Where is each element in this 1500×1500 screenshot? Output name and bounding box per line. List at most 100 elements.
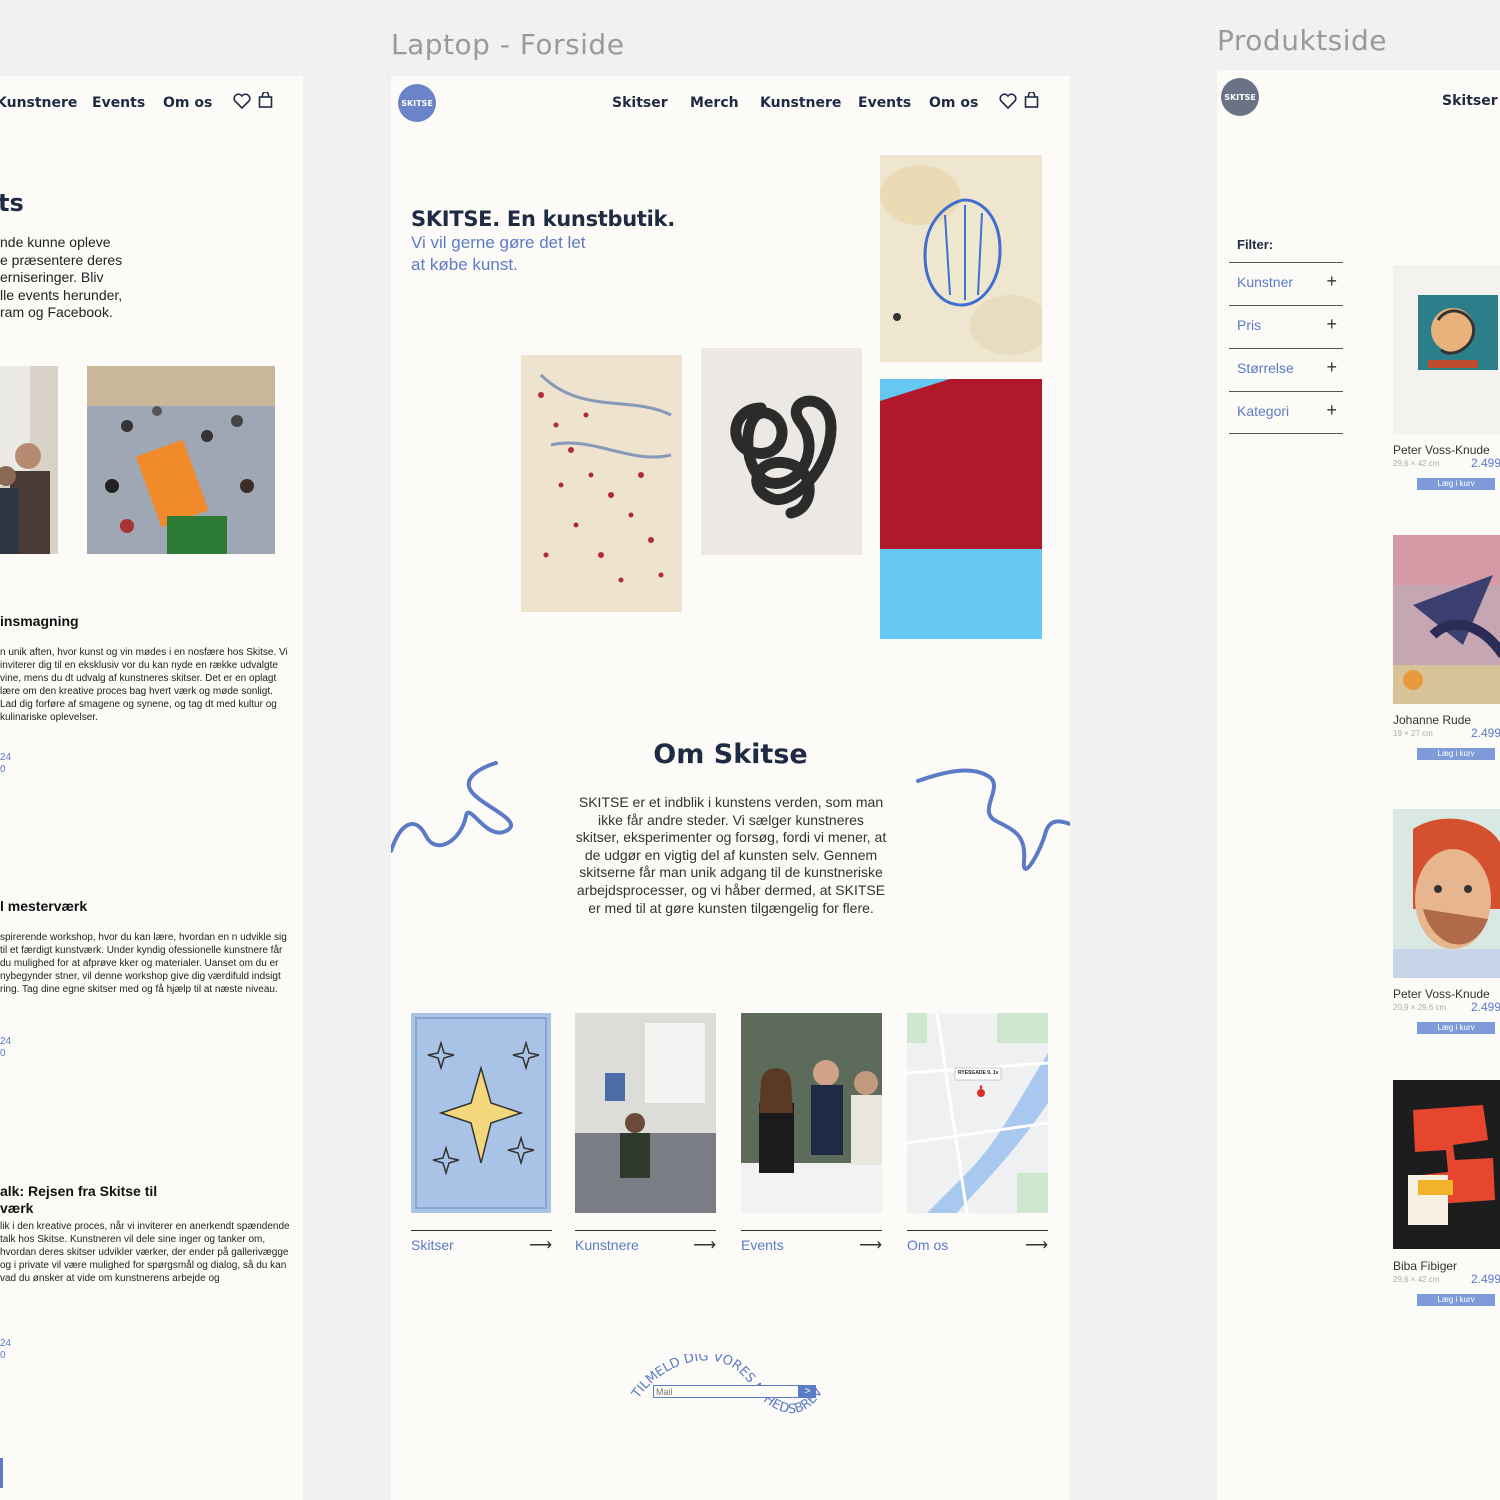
product-image[interactable]: [1393, 809, 1500, 978]
arrow-right-icon: ⟶: [693, 1237, 716, 1254]
intro-line: ram og Facebook.: [0, 304, 113, 320]
hero-sub-line: Vi vil gerne gøre det let: [411, 233, 586, 252]
add-to-cart-button[interactable]: Læg i kurv: [1417, 1022, 1495, 1034]
product-size: 29,6 × 42 cm: [1393, 459, 1440, 468]
hero-title: SKITSE. En kunstbutik.: [411, 207, 675, 231]
plus-icon: +: [1326, 400, 1337, 420]
event-date: 24 0: [0, 1036, 11, 1060]
card-label: Kunstnere: [575, 1237, 639, 1253]
event-title: l mesterværk: [0, 898, 88, 914]
filter-option-label: Kunstner: [1237, 274, 1294, 290]
card-link-events[interactable]: Events ⟶: [741, 1230, 882, 1254]
card-label: Events: [741, 1237, 784, 1253]
hero-subtitle: Vi vil gerne gøre det let at købe kunst.: [411, 232, 586, 276]
product-price: 2.499: [1471, 1000, 1500, 1014]
about-line: er med til at gøre kunsten tilgængelig f…: [588, 899, 874, 916]
arrow-right-icon: ⟶: [529, 1237, 552, 1254]
skitse-logo[interactable]: SKITSE: [398, 84, 436, 122]
intro-line: lle events herunder,: [0, 286, 123, 303]
squiggle-right-decoration: [916, 768, 1070, 871]
about-text: SKITSE er et indblik i kunstens verden, …: [556, 794, 906, 917]
about-line: skitser, eksperimenter og forsøg, fordi …: [575, 829, 887, 846]
intro-line: nde kunne opleve: [0, 234, 111, 250]
artwork-red-blue-abstract[interactable]: [880, 379, 1042, 639]
card-image-kunstnere[interactable]: [575, 1013, 716, 1213]
nav-om-os[interactable]: Om os: [163, 95, 212, 111]
product-image[interactable]: [1393, 265, 1500, 434]
card-label: Om os: [907, 1237, 949, 1253]
nav-kunstnere[interactable]: Kunstnere: [0, 95, 77, 111]
nav-om-os[interactable]: Om os: [929, 95, 978, 111]
product-frame-title: Produktside: [1217, 24, 1387, 57]
plus-icon: +: [1326, 357, 1337, 377]
filter-option-label: Pris: [1237, 317, 1262, 333]
nav-skitser[interactable]: Skitser: [1442, 93, 1498, 109]
event-title-line2: værk: [0, 1200, 34, 1216]
events-heading: ts: [0, 189, 24, 217]
product-size: 20,9 × 29,6 cm: [1393, 1003, 1447, 1012]
filter-kunstner[interactable]: Kunstner +: [1229, 262, 1343, 304]
event-photo-people: [0, 366, 58, 554]
nav-merch[interactable]: Merch: [690, 95, 739, 111]
about-line: SKITSE er et indblik i kunstens verden, …: [578, 794, 884, 810]
event-photo-crowd: [87, 366, 275, 554]
squiggle-left-decoration: [391, 761, 513, 853]
filter-option-label: Størrelse: [1237, 360, 1294, 376]
card-link-om-os[interactable]: Om os ⟶: [907, 1230, 1048, 1254]
product-price: 2.499: [1471, 456, 1500, 470]
nav-kunstnere[interactable]: Kunstnere: [760, 95, 841, 111]
heart-icon[interactable]: [233, 93, 251, 109]
nav-events[interactable]: Events: [858, 95, 911, 111]
product-price: 2.499: [1471, 1272, 1500, 1286]
product-artist: Biba Fibiger: [1393, 1259, 1458, 1273]
nav-events[interactable]: Events: [92, 95, 145, 111]
map-address-label: RYESGADE 9, 1v: [958, 1070, 999, 1076]
add-to-cart-button[interactable]: Læg i kurv: [1417, 478, 1495, 490]
filter-stoerrelse[interactable]: Størrelse +: [1229, 348, 1343, 390]
newsletter-submit-button[interactable]: >: [799, 1385, 816, 1398]
skitse-logo[interactable]: SKITSE: [1221, 78, 1259, 116]
event-date-line: 24: [0, 1036, 12, 1047]
events-intro: nde kunne opleve e præsentere deres erni…: [0, 234, 122, 322]
card-label: Skitser: [411, 1237, 454, 1253]
filter-pris[interactable]: Pris +: [1229, 305, 1343, 347]
product-artist: Johanne Rude: [1393, 713, 1472, 727]
arrow-right-icon: ⟶: [1025, 1237, 1048, 1254]
hero-sub-line: at købe kunst.: [411, 255, 518, 274]
laptop-frame-title: Laptop - Forside: [391, 28, 625, 61]
filter-kategori[interactable]: Kategori +: [1229, 391, 1343, 434]
about-line: de udgør en vigtig del af kunsten selv. …: [584, 846, 878, 863]
heart-icon[interactable]: [999, 93, 1017, 109]
add-to-cart-button[interactable]: Læg i kurv: [1417, 1294, 1495, 1306]
intro-line: e præsentere deres: [0, 251, 123, 268]
card-image-map[interactable]: [907, 1013, 1048, 1213]
bag-icon[interactable]: [1024, 92, 1039, 108]
intro-line: erniseringer. Bliv: [0, 269, 104, 285]
events-artboard: Kunstnere Events Om os ts nde kunne ople…: [0, 76, 303, 1500]
plus-icon: +: [1326, 314, 1337, 334]
filter-label: Filter:: [1237, 237, 1274, 252]
card-link-skitser[interactable]: Skitser ⟶: [411, 1230, 552, 1254]
card-image-events[interactable]: [741, 1013, 882, 1213]
scroll-indicator: [0, 1458, 3, 1488]
about-line: arbejdsprocesser, og vi håber dermed, at…: [576, 881, 886, 898]
artwork-blue-shell[interactable]: [880, 155, 1042, 362]
product-artist: Peter Voss-Knude: [1393, 987, 1490, 1001]
product-image[interactable]: [1393, 1080, 1500, 1249]
artwork-red-splatter[interactable]: [521, 355, 682, 612]
card-image-skitser[interactable]: [411, 1013, 551, 1213]
event-date-line: 24: [0, 1338, 12, 1349]
event-time-line: 0: [0, 1350, 6, 1361]
nav-skitser[interactable]: Skitser: [612, 95, 668, 111]
product-artist: Peter Voss-Knude: [1393, 443, 1490, 457]
newsletter-email-input[interactable]: [653, 1385, 799, 1398]
bag-icon[interactable]: [258, 92, 273, 108]
event-date-line: 24: [0, 752, 12, 763]
product-image[interactable]: [1393, 535, 1500, 704]
add-to-cart-button[interactable]: Læg i kurv: [1417, 748, 1495, 760]
about-line: skitserne får man unik adgang til de kun…: [579, 864, 883, 881]
card-link-kunstnere[interactable]: Kunstnere ⟶: [575, 1230, 716, 1254]
homepage-artboard: SKITSE Skitser Merch Kunstnere Events Om…: [391, 76, 1070, 1500]
artwork-black-coil[interactable]: [701, 348, 862, 555]
about-line: ikke får andre steder. Vi sælger kunstne…: [598, 811, 864, 828]
